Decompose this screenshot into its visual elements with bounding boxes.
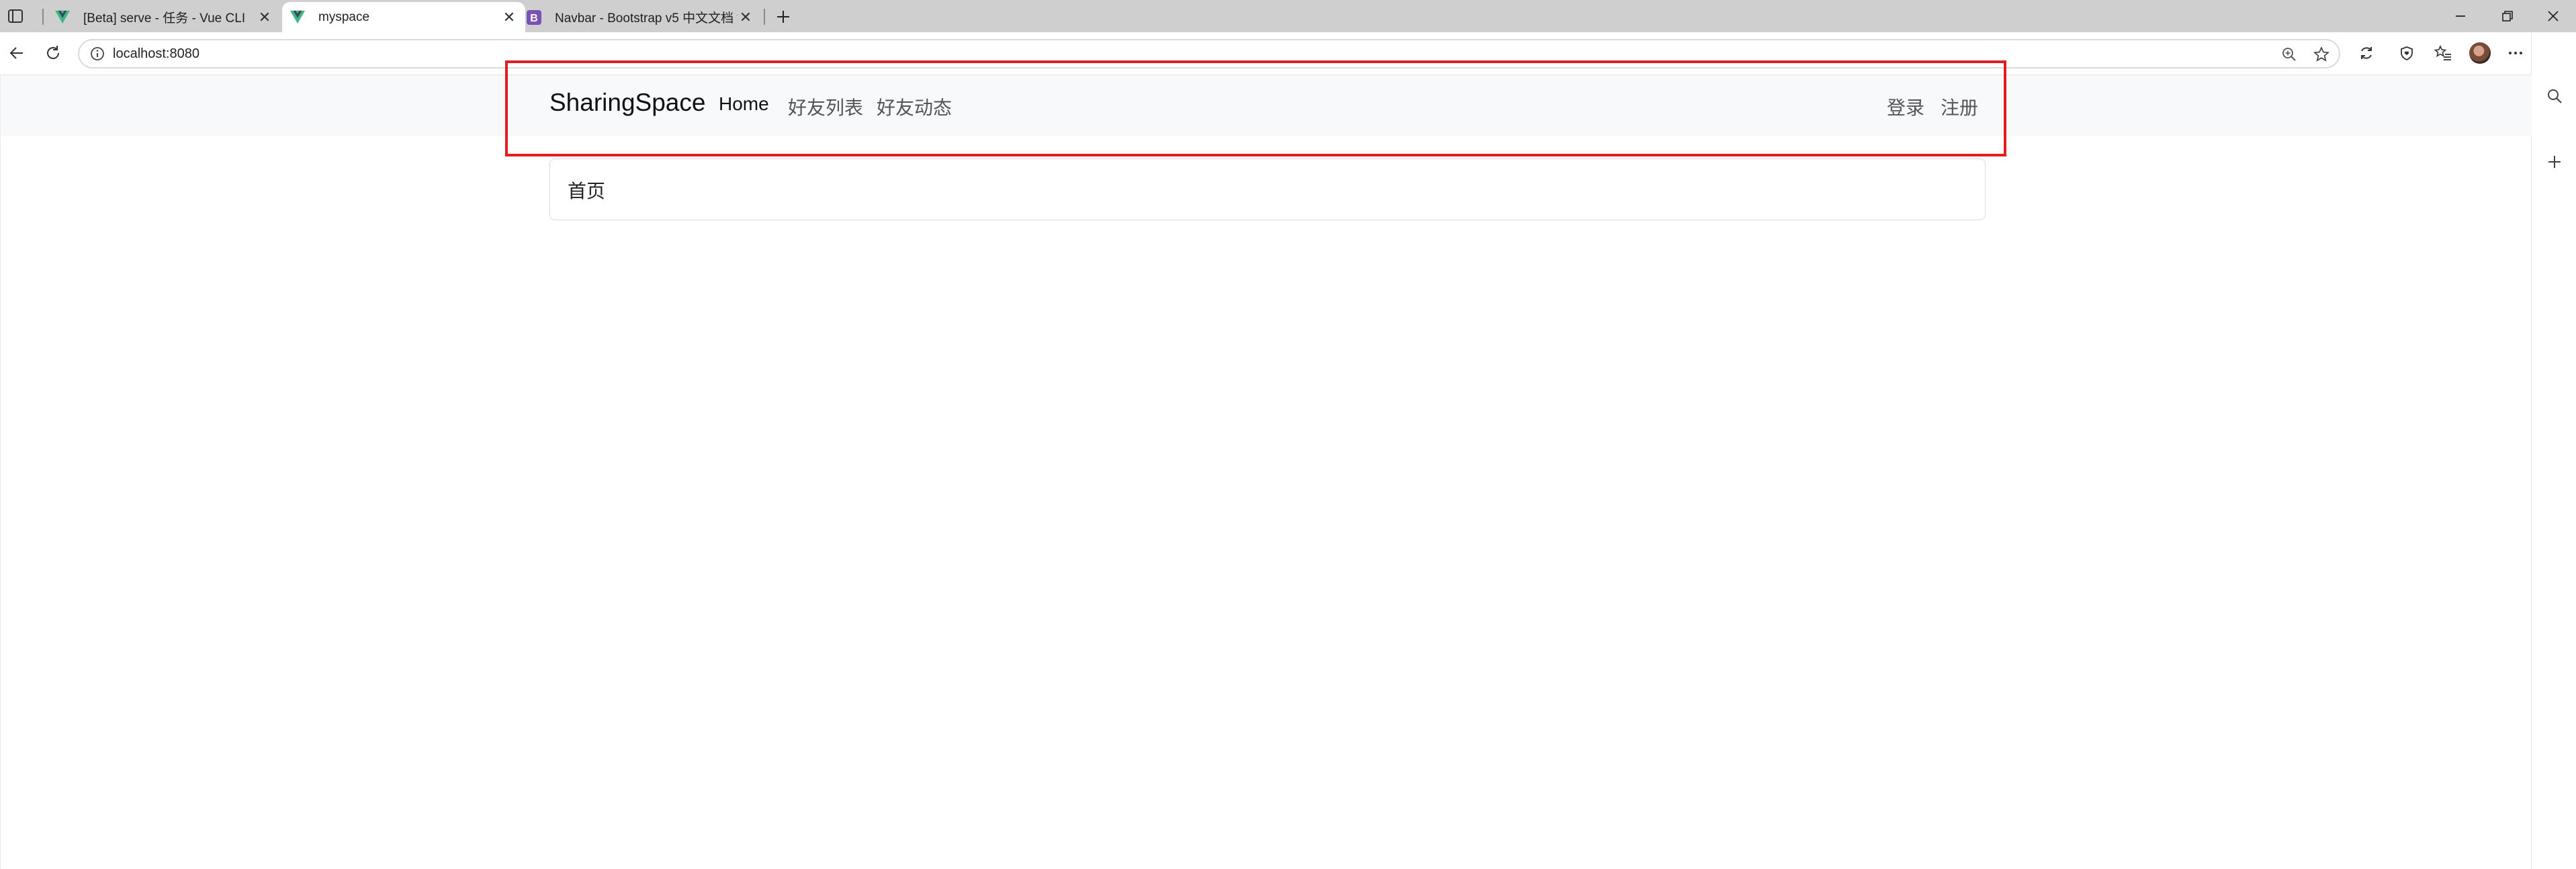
bootstrap-logo-icon: B [527, 9, 541, 25]
reload-icon [47, 46, 60, 59]
url-text[interactable]: localhost:8080 [113, 46, 199, 62]
back-button[interactable] [5, 42, 28, 64]
zoom-icon[interactable] [2280, 45, 2299, 64]
card-body-text: 首页 [568, 181, 606, 201]
bootstrap-favicon-letter: B [530, 13, 538, 24]
vue-logo-icon [55, 10, 70, 24]
back-arrow-icon [9, 47, 23, 59]
favorites-list-icon [2434, 45, 2451, 60]
more-dots-icon [2509, 52, 2522, 54]
browser-essentials-button[interactable] [2395, 42, 2418, 64]
reload-button[interactable] [42, 42, 64, 64]
browser-tab-strip: [Beta] serve - 任务 - Vue CLI ✕ myspace ✕ … [0, 0, 2576, 32]
close-icon[interactable]: ✕ [738, 9, 754, 26]
plus-icon [2548, 156, 2561, 168]
page-viewport: SharingSpace Home 好友列表 好友动态 登录 注册 首页 [0, 60, 2532, 869]
new-tab-button[interactable] [773, 7, 793, 27]
close-window-button[interactable] [2540, 5, 2567, 27]
profile-avatar[interactable] [2469, 42, 2491, 64]
tab-actions-icon[interactable] [7, 7, 24, 25]
refresh-extension-button[interactable] [2355, 42, 2378, 64]
search-icon [2548, 89, 2562, 103]
tab-vue-cli[interactable]: [Beta] serve - 任务 - Vue CLI ✕ [47, 2, 281, 32]
close-icon[interactable]: ✕ [257, 9, 273, 26]
tab-separator [42, 9, 44, 25]
plus-icon [777, 11, 789, 23]
tab-title: myspace [318, 9, 370, 24]
sidebar-add-button[interactable] [2544, 152, 2565, 172]
tab-separator [764, 9, 765, 25]
minimize-button[interactable] [2447, 5, 2474, 27]
favorites-button[interactable] [2432, 42, 2454, 64]
minimize-icon [2456, 15, 2465, 17]
browser-sidebar [2531, 32, 2576, 869]
close-icon [2548, 11, 2559, 21]
restore-icon [2502, 11, 2513, 21]
tab-bootstrap-navbar[interactable]: B Navbar - Bootstrap v5 中文文档 v ✕ [519, 2, 762, 32]
heart-shield-icon [2401, 46, 2413, 61]
annotation-highlight-box [505, 60, 2006, 156]
tab-myspace[interactable]: myspace ✕ [282, 2, 525, 32]
settings-and-more-button[interactable] [2504, 42, 2527, 64]
close-icon[interactable]: ✕ [501, 9, 517, 26]
site-info-icon[interactable] [90, 46, 105, 61]
tab-title: Navbar - Bootstrap v5 中文文档 v [555, 11, 738, 26]
tab-title: [Beta] serve - 任务 - Vue CLI [83, 11, 246, 26]
restore-button[interactable] [2494, 5, 2521, 27]
home-card: 首页 [549, 158, 1986, 220]
vue-logo-icon [290, 10, 305, 24]
sidebar-search-button[interactable] [2544, 86, 2565, 106]
sync-icon [2361, 47, 2372, 59]
favorite-star-icon[interactable] [2312, 45, 2331, 64]
